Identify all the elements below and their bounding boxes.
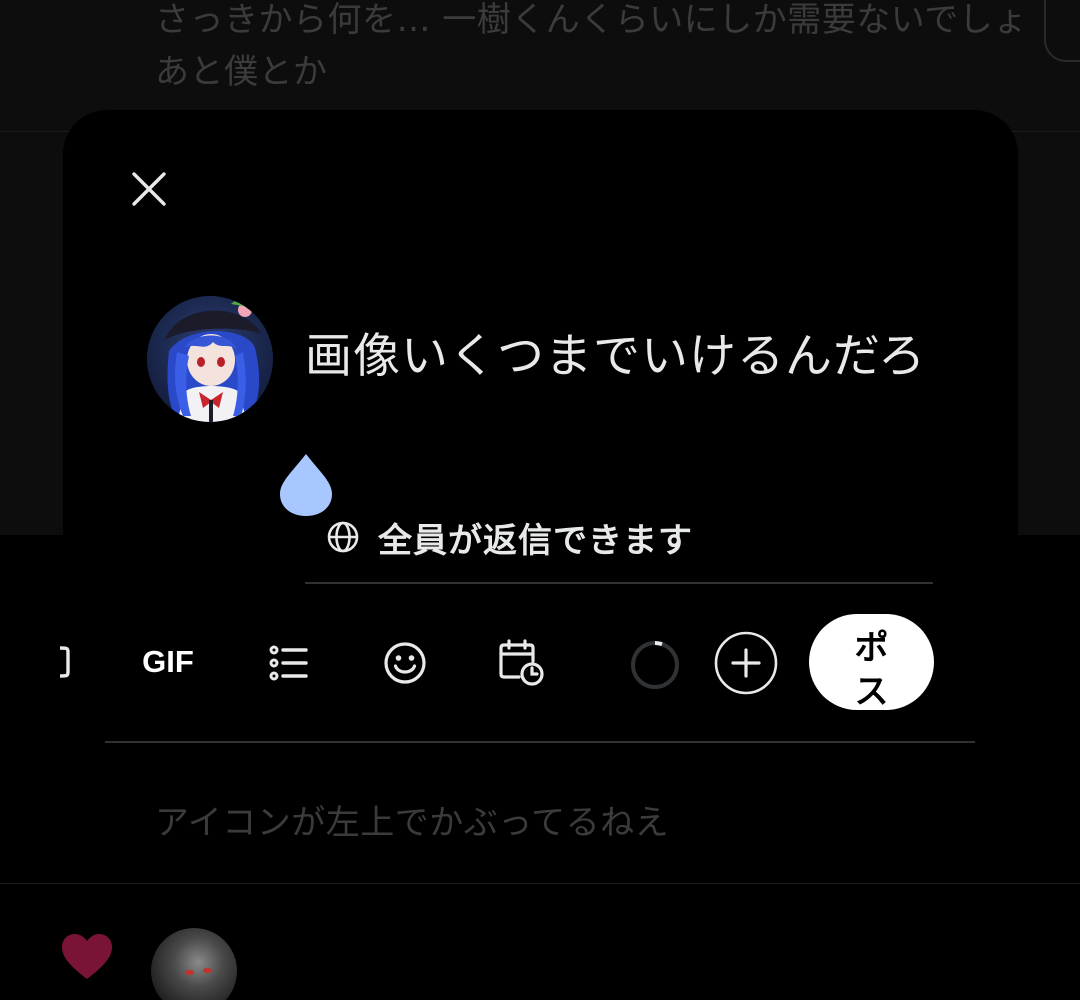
poll-button[interactable] <box>262 636 316 690</box>
post-button-label: ポスト <box>854 628 889 710</box>
close-icon <box>132 172 166 206</box>
background-divider <box>0 883 1080 884</box>
page: さっきから何を… 一樹くんくらいにしか需要ないでしょ あと僕とか アイコンが左上… <box>0 0 1080 1000</box>
post-button[interactable]: ポスト <box>809 614 934 710</box>
background-tweet-text: さっきから何を… 一樹くんくらいにしか需要ないでしょ あと僕とか <box>155 0 1028 92</box>
toolbar-divider <box>105 741 975 743</box>
close-button[interactable] <box>118 158 180 220</box>
emoji-icon <box>384 642 426 684</box>
reply-setting-label: 全員が返信できます <box>378 520 693 561</box>
globe-icon <box>327 521 359 553</box>
add-thread-button[interactable] <box>714 631 778 695</box>
character-progress-ring <box>627 637 683 693</box>
schedule-icon <box>499 639 544 686</box>
emoji-button[interactable] <box>378 636 432 690</box>
heart-icon[interactable] <box>60 932 114 982</box>
image-icon <box>59 646 70 678</box>
list-icon <box>269 645 308 681</box>
liker-avatar[interactable] <box>151 928 237 1000</box>
avatar[interactable] <box>147 296 273 422</box>
reply-divider <box>305 582 933 584</box>
plus-icon <box>714 631 778 695</box>
schedule-button[interactable] <box>492 634 550 692</box>
character-progress-ring-icon <box>631 641 679 689</box>
background-reply-text: アイコンが左上でかぶってるねえ <box>155 803 670 843</box>
gif-button[interactable]: GIF <box>132 636 204 688</box>
reply-setting-button[interactable]: 全員が返信できます <box>326 512 693 562</box>
compose-text-input[interactable]: 画像いくつまでいけるんだろ <box>305 325 945 388</box>
background-action-button <box>1044 0 1080 62</box>
text-cursor-handle[interactable] <box>278 452 334 518</box>
media-button[interactable] <box>56 640 76 684</box>
